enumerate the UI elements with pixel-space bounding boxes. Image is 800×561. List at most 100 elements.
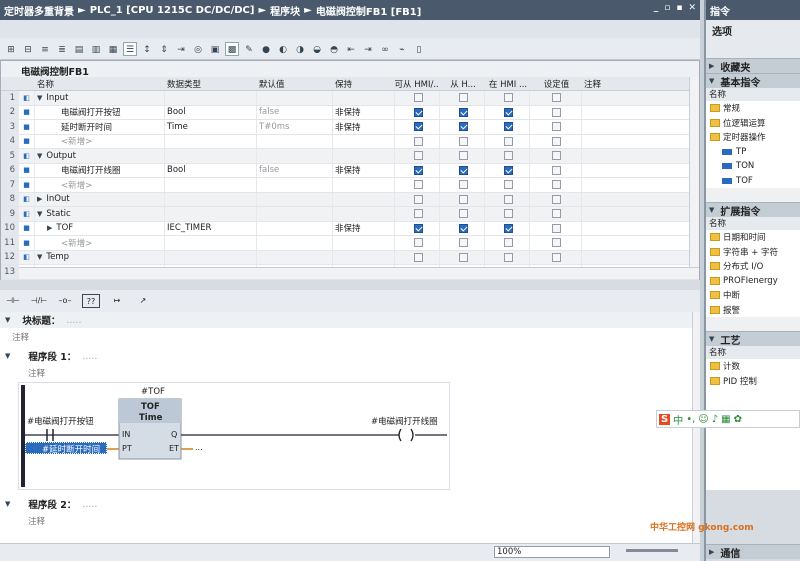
ime-voice-icon[interactable]: ♪ xyxy=(712,414,718,425)
cell-comment[interactable] xyxy=(582,120,699,134)
cell-default[interactable]: T#0ms xyxy=(257,120,333,134)
checkbox[interactable] xyxy=(503,238,513,248)
table-row[interactable]: 7 ■ <新增> xyxy=(1,178,699,193)
checkbox[interactable] xyxy=(458,238,468,248)
cell-hmi2[interactable] xyxy=(440,149,485,163)
empty-box-icon[interactable]: ?? xyxy=(82,294,100,308)
cell-name[interactable]: ▼ Temp xyxy=(35,250,165,264)
checkbox[interactable] xyxy=(413,238,423,248)
checkbox[interactable] xyxy=(503,107,513,117)
cell-hmi3[interactable] xyxy=(485,134,530,148)
cell-hmi2[interactable] xyxy=(440,163,485,177)
expand-icon[interactable]: ▶ xyxy=(37,195,42,203)
minimize-button[interactable]: _ xyxy=(654,3,659,13)
cell-hmi3[interactable] xyxy=(485,192,530,206)
checkbox[interactable] xyxy=(552,122,561,132)
checkbox[interactable] xyxy=(552,238,561,248)
cell-hmi2[interactable] xyxy=(440,192,485,206)
link-icon[interactable]: ∞ xyxy=(378,42,392,56)
table-row[interactable]: 3 ■ 延时断开时间 Time T#0ms 非保持 xyxy=(1,120,699,135)
cell-default[interactable] xyxy=(257,250,333,264)
checkbox[interactable] xyxy=(503,151,513,161)
cell-datatype[interactable]: IEC_TIMER xyxy=(165,221,257,235)
collapse-icon[interactable]: ▼ xyxy=(5,352,10,360)
checkbox[interactable] xyxy=(458,165,468,175)
coil-icon[interactable]: –o– xyxy=(56,294,74,308)
cell-setpoint[interactable] xyxy=(530,134,582,148)
cell-comment[interactable] xyxy=(582,192,699,206)
cell-setpoint[interactable] xyxy=(530,221,582,235)
favorites-icon[interactable]: ▥ xyxy=(89,42,103,56)
cell-hmi2[interactable] xyxy=(440,207,485,221)
absolute-operand-icon[interactable]: ▤ xyxy=(72,42,86,56)
cell-hmi1[interactable] xyxy=(395,91,440,105)
cell-retain[interactable]: 非保持 xyxy=(333,105,395,119)
checkbox[interactable] xyxy=(413,93,423,103)
checkbox[interactable] xyxy=(503,252,513,262)
ext-item-interrupt[interactable]: 中断 xyxy=(706,288,800,303)
checkbox[interactable] xyxy=(458,209,468,219)
cell-datatype[interactable]: Bool xyxy=(165,105,257,119)
table-row[interactable]: 4 ■ <新增> xyxy=(1,134,699,149)
cell-comment[interactable] xyxy=(582,163,699,177)
column-retain[interactable]: 保持 xyxy=(333,77,395,90)
cell-name[interactable]: ▶ TOF xyxy=(35,221,165,235)
cell-hmi1[interactable] xyxy=(395,221,440,235)
et-operand[interactable]: ... xyxy=(195,443,203,452)
zoom-slider[interactable] xyxy=(626,549,678,552)
cell-retain[interactable]: 非保持 xyxy=(333,120,395,134)
warning-icon[interactable]: ◐ xyxy=(276,42,290,56)
column-default[interactable]: 默认值 xyxy=(257,77,333,90)
cell-comment[interactable] xyxy=(582,221,699,235)
basic-item-bitlogic[interactable]: 位逻辑运算 xyxy=(706,115,800,130)
cell-comment[interactable] xyxy=(582,236,699,250)
expand-icon[interactable]: ▼ xyxy=(37,94,42,102)
checkbox[interactable] xyxy=(503,136,513,146)
network-comment-icon[interactable]: ☰ xyxy=(123,41,137,56)
cell-retain[interactable] xyxy=(333,207,395,221)
add-row-icon[interactable]: ≣ xyxy=(55,42,69,56)
ext-item-string[interactable]: 字符串 + 字符 xyxy=(706,244,800,259)
table-row[interactable]: 9 ◧ ▼ Static xyxy=(1,207,699,222)
checkbox[interactable] xyxy=(503,180,513,190)
cell-setpoint[interactable] xyxy=(530,163,582,177)
cell-datatype[interactable] xyxy=(165,250,257,264)
basic-scroll[interactable] xyxy=(706,188,800,202)
cell-hmi3[interactable] xyxy=(485,250,530,264)
cell-default[interactable] xyxy=(257,91,333,105)
checkbox[interactable] xyxy=(413,180,423,190)
cell-hmi1[interactable] xyxy=(395,149,440,163)
checkbox[interactable] xyxy=(503,209,513,219)
network2-comment[interactable]: 注释 xyxy=(0,512,692,530)
goto-icon[interactable]: ⇥ xyxy=(174,42,188,56)
column-comment[interactable]: 注释 xyxy=(582,77,699,90)
checkbox[interactable] xyxy=(458,194,468,204)
cell-datatype[interactable] xyxy=(165,91,257,105)
ime-emoji-icon[interactable]: ☺ xyxy=(698,414,708,425)
restore-button[interactable]: ▫ xyxy=(664,3,670,13)
cell-hmi2[interactable] xyxy=(440,178,485,192)
table-row[interactable]: 2 ■ 电磁阀打开按钮 Bool false 非保持 xyxy=(1,105,699,120)
cell-setpoint[interactable] xyxy=(530,91,582,105)
splitter[interactable] xyxy=(0,280,700,290)
block-title-row[interactable]: ▼ 块标题： ..... xyxy=(0,312,692,328)
tag-info-icon[interactable]: ▣ xyxy=(208,42,222,56)
collapse-icon[interactable]: ▼ xyxy=(5,500,10,508)
unlink-icon[interactable]: ⌁ xyxy=(395,42,409,56)
cell-datatype[interactable]: Time xyxy=(165,120,257,134)
cell-setpoint[interactable] xyxy=(530,149,582,163)
cell-name[interactable]: ▼ Output xyxy=(35,149,165,163)
cell-hmi3[interactable] xyxy=(485,163,530,177)
ext-item-profienergy[interactable]: PROFIenergy xyxy=(706,273,800,288)
column-hmi-visible[interactable]: 在 HMI ... xyxy=(485,77,530,90)
comment-icon[interactable]: ▦ xyxy=(106,42,120,56)
cell-retain[interactable] xyxy=(333,192,395,206)
basic-section[interactable]: ▼ 基本指令 xyxy=(706,73,800,89)
timer-tp[interactable]: TP xyxy=(706,144,800,159)
checkbox[interactable] xyxy=(413,194,423,204)
interface-hscroll[interactable] xyxy=(19,267,699,279)
cell-retain[interactable] xyxy=(333,250,395,264)
cell-hmi2[interactable] xyxy=(440,134,485,148)
cell-default[interactable]: false xyxy=(257,163,333,177)
checkbox[interactable] xyxy=(413,122,423,132)
